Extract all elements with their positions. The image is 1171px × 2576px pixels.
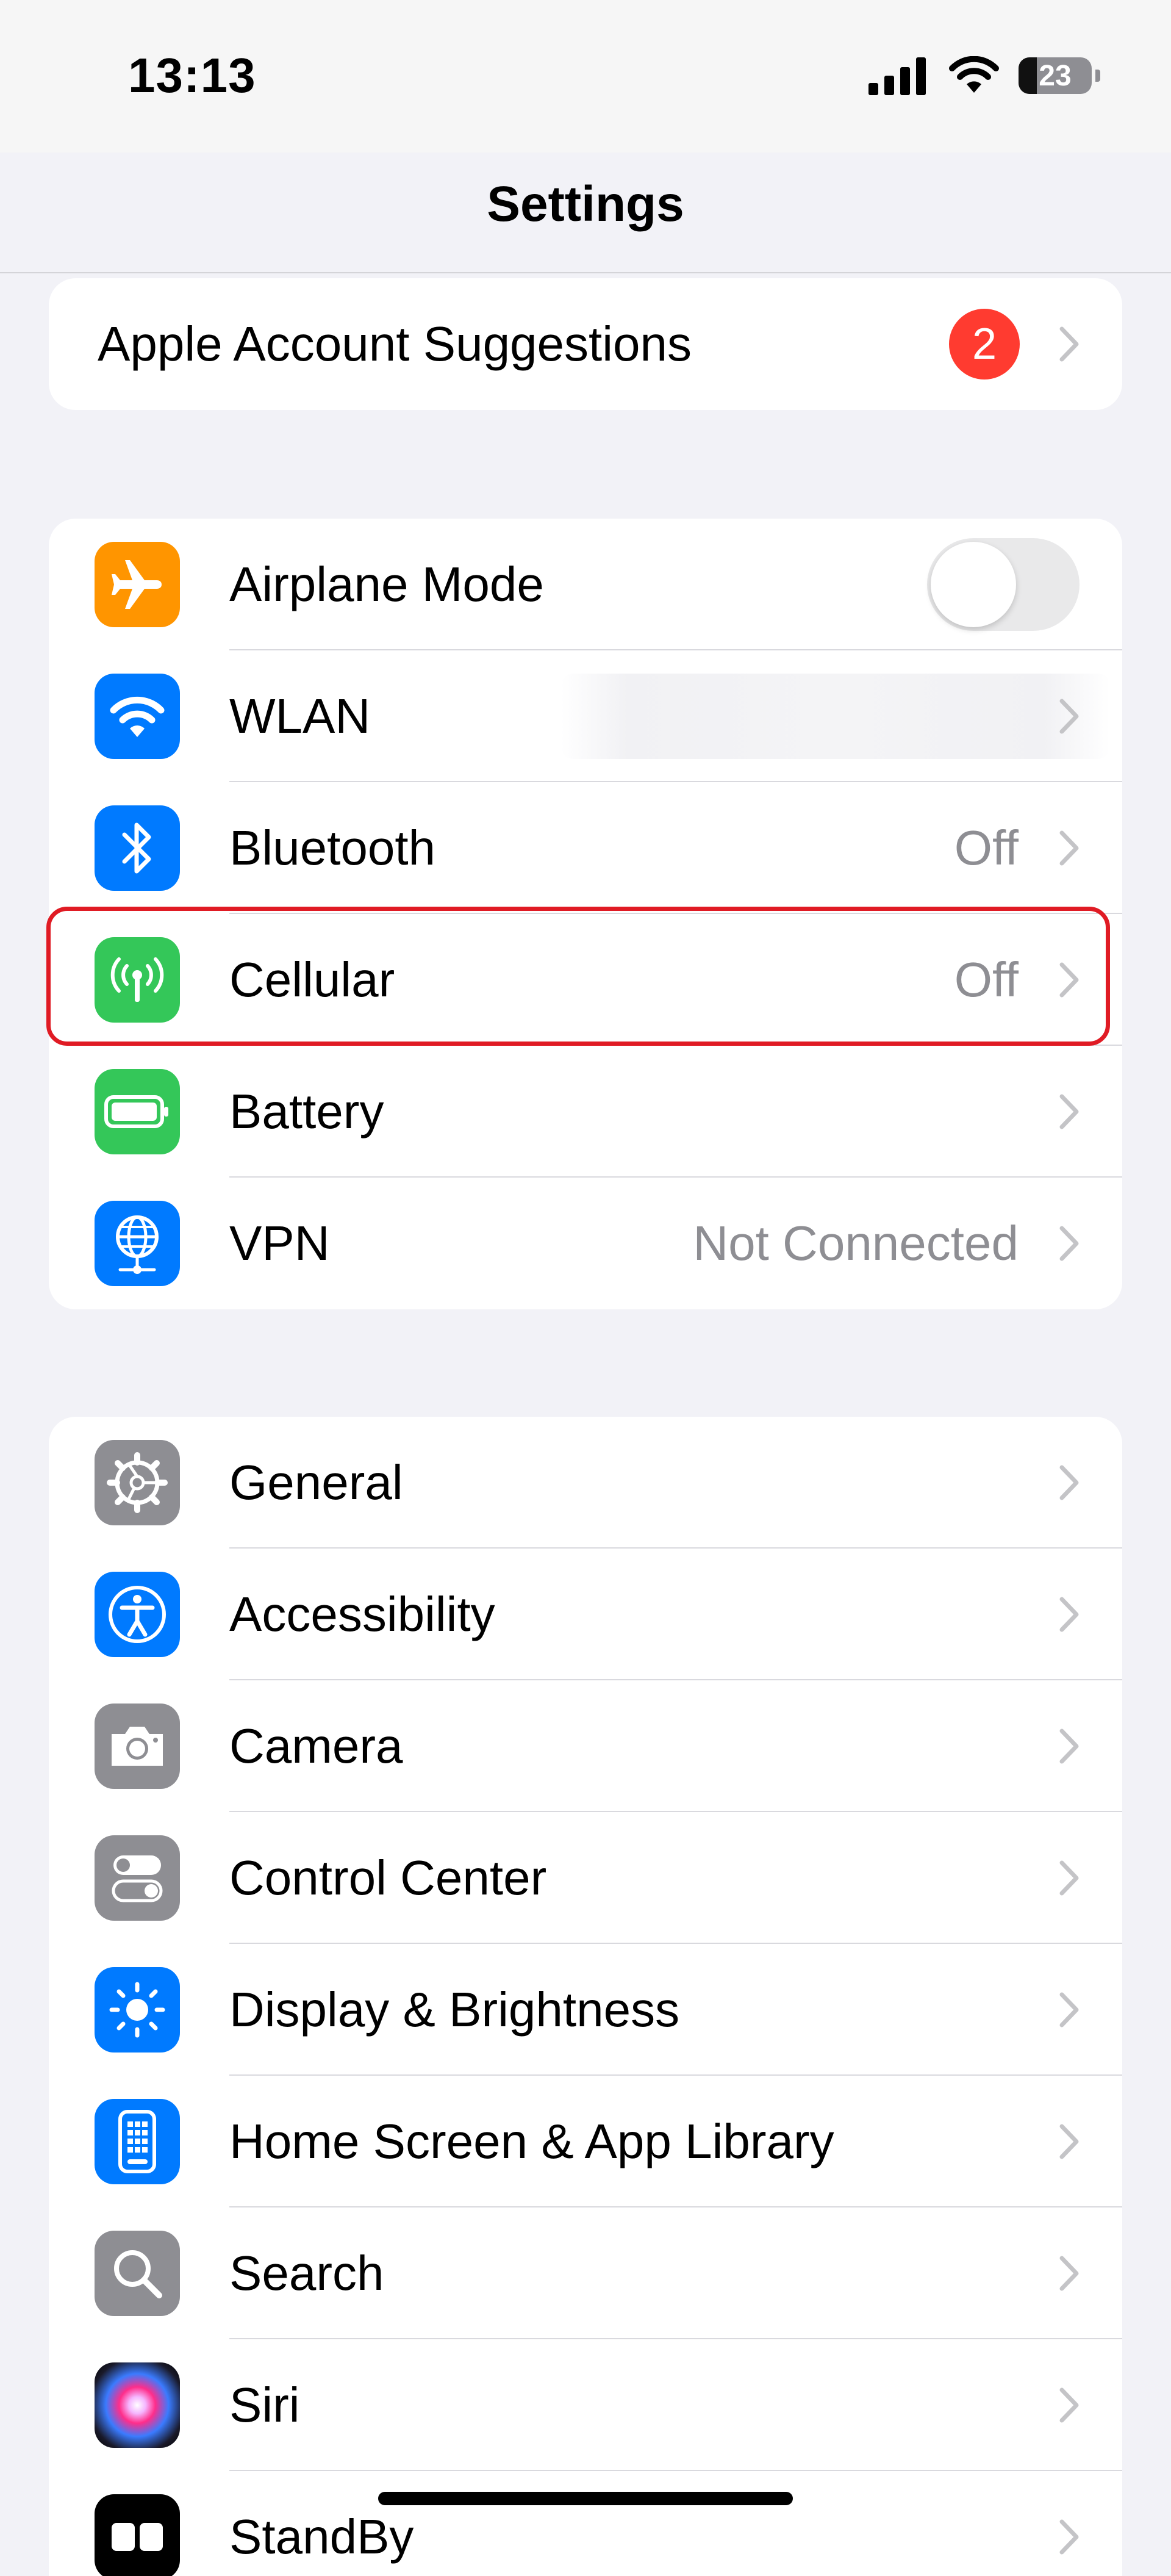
home-screen-label: Home Screen & App Library (229, 2114, 834, 2168)
status-time: 13:13 (128, 48, 256, 103)
display-brightness-row[interactable]: Display & Brightness (49, 1944, 1122, 2076)
chevron-right-icon (1059, 1729, 1079, 1764)
standby-icon (95, 2494, 180, 2576)
chevron-right-icon (1059, 326, 1079, 362)
airplane-mode-label: Airplane Mode (229, 557, 544, 611)
sun-icon (95, 1967, 180, 2053)
chevron-right-icon (1059, 2124, 1079, 2159)
standby-label: StandBy (229, 2509, 414, 2564)
gear-icon (95, 1440, 180, 1525)
camera-row[interactable]: Camera (49, 1680, 1122, 1812)
redacted-network-name (561, 674, 1110, 759)
account-group: Apple Account Suggestions 2 (49, 278, 1122, 410)
chevron-right-icon (1059, 2519, 1079, 2555)
standby-row[interactable]: StandBy (49, 2471, 1122, 2576)
vpn-row[interactable]: VPN Not Connected (49, 1178, 1122, 1309)
general-label: General (229, 1455, 403, 1509)
wlan-label: WLAN (229, 689, 371, 743)
airplane-icon (95, 542, 180, 627)
chevron-right-icon (1059, 699, 1079, 734)
chevron-right-icon (1059, 2256, 1079, 2291)
bluetooth-label: Bluetooth (229, 821, 436, 875)
cellular-signal-icon (868, 57, 926, 95)
battery-level: 23 (1039, 59, 1072, 92)
vpn-value: Not Connected (693, 1216, 1019, 1270)
home-indicator[interactable] (378, 2492, 793, 2505)
globe-icon (95, 1201, 180, 1286)
nav-divider (0, 272, 1171, 273)
bluetooth-icon (95, 805, 180, 891)
airplane-mode-row: Airplane Mode (49, 519, 1122, 650)
chevron-right-icon (1059, 1992, 1079, 2027)
accessibility-row[interactable]: Accessibility (49, 1549, 1122, 1680)
bluetooth-row[interactable]: Bluetooth Off (49, 782, 1122, 914)
accessibility-label: Accessibility (229, 1587, 495, 1641)
battery-row[interactable]: Battery (49, 1046, 1122, 1178)
wifi-icon (95, 674, 180, 759)
siri-label: Siri (229, 2378, 300, 2432)
chevron-right-icon (1059, 1860, 1079, 1896)
search-row[interactable]: Search (49, 2207, 1122, 2339)
battery-status-icon: 23 (1019, 57, 1100, 94)
account-suggestions-label: Apple Account Suggestions (98, 317, 692, 371)
general-row[interactable]: General (49, 1417, 1122, 1549)
wlan-row[interactable]: WLAN (49, 650, 1122, 782)
battery-icon (95, 1069, 180, 1154)
switches-icon (95, 1835, 180, 1921)
control-center-label: Control Center (229, 1851, 547, 1905)
chevron-right-icon (1059, 1597, 1079, 1632)
display-brightness-label: Display & Brightness (229, 1982, 680, 2037)
page-title: Settings (487, 176, 684, 232)
chevron-right-icon (1059, 1226, 1079, 1261)
accessibility-icon (95, 1572, 180, 1657)
camera-label: Camera (229, 1719, 403, 1773)
search-label: Search (229, 2246, 384, 2300)
battery-label: Battery (229, 1084, 384, 1139)
siri-row[interactable]: Siri (49, 2339, 1122, 2471)
toggle-knob (931, 542, 1016, 627)
airplane-mode-toggle[interactable] (927, 538, 1080, 631)
apple-account-suggestions-row[interactable]: Apple Account Suggestions 2 (49, 278, 1122, 410)
chevron-right-icon (1059, 2387, 1079, 2423)
notification-badge: 2 (949, 309, 1020, 380)
status-bar: 13:13 23 Settings (0, 0, 1171, 232)
cellular-highlight-box (46, 907, 1110, 1046)
control-center-row[interactable]: Control Center (49, 1812, 1122, 1944)
siri-icon (95, 2362, 180, 2448)
vpn-label: VPN (229, 1216, 330, 1270)
wifi-status-icon (949, 56, 999, 93)
home-screen-row[interactable]: Home Screen & App Library (49, 2076, 1122, 2207)
status-icons: 23 (868, 56, 1100, 95)
camera-icon (95, 1704, 180, 1789)
bluetooth-value: Off (954, 821, 1019, 875)
system-group: General Accessibility Camera Control Cen… (49, 1417, 1122, 2576)
chevron-right-icon (1059, 1465, 1079, 1500)
chevron-right-icon (1059, 1094, 1079, 1129)
chevron-right-icon (1059, 830, 1079, 866)
phone-grid-icon (95, 2099, 180, 2184)
magnifier-icon (95, 2231, 180, 2316)
